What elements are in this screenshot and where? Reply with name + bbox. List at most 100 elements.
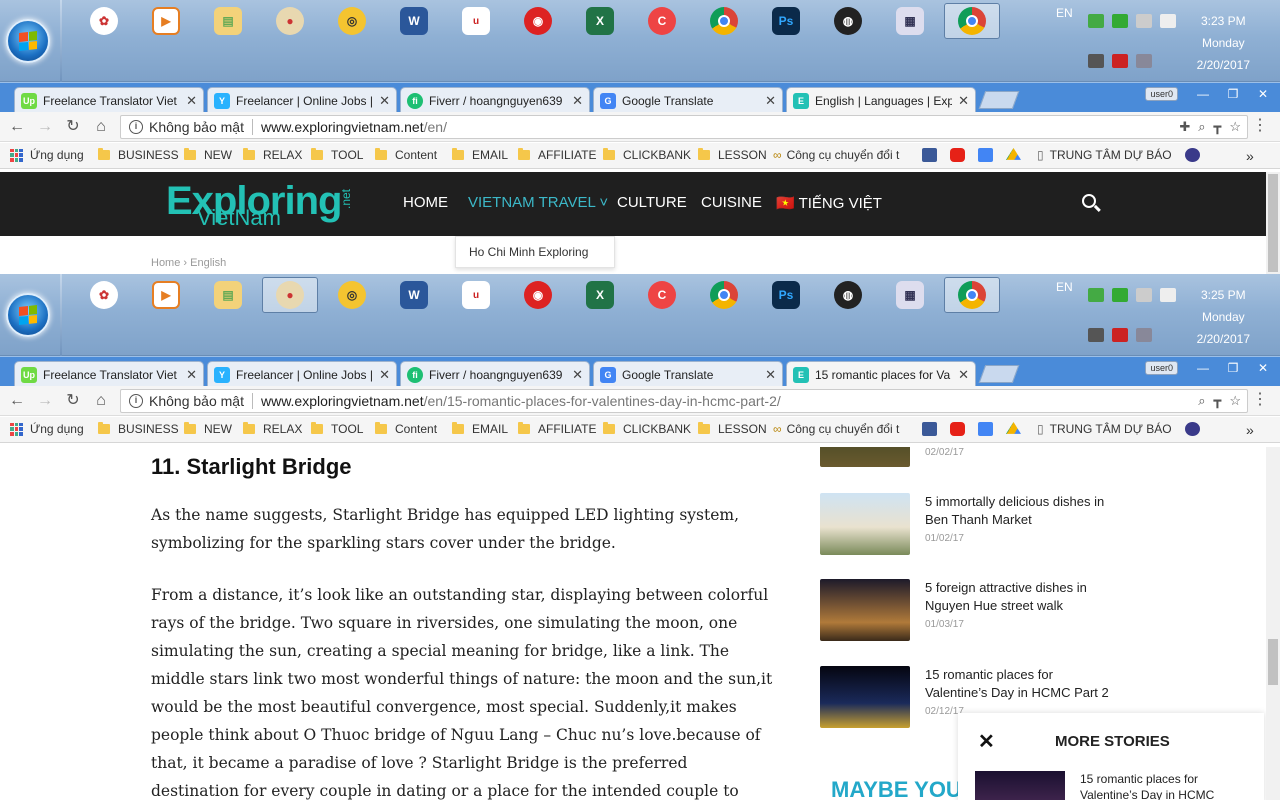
nav-tieng-viet[interactable]: 🇻🇳 TIẾNG VIỆT	[776, 194, 882, 212]
bookmark-apps[interactable]: Ứng dụng	[10, 422, 84, 436]
bookmark-trung-tam[interactable]: ▯ TRUNG TÂM DỰ BÁO	[1037, 422, 1173, 436]
bookmark-apps[interactable]: Ứng dụng	[10, 148, 84, 162]
bookmark-relax[interactable]: RELAX	[243, 148, 302, 162]
bookmark-email[interactable]: EMAIL	[452, 422, 508, 436]
scrollbar[interactable]	[1266, 172, 1280, 274]
reload-button[interactable]: ↻	[64, 118, 82, 136]
taskbar-app-chrome-active[interactable]	[944, 277, 1000, 313]
taskbar-app-media-player[interactable]: ▶	[138, 3, 194, 39]
taskbar-app-reel[interactable]: ◎	[324, 277, 380, 313]
home-button[interactable]: ⌂	[92, 392, 110, 410]
action-center-flag-icon[interactable]	[1160, 14, 1176, 28]
taskbar-app-unikey[interactable]: u	[448, 3, 504, 39]
tab-upwork[interactable]: Up Freelance Translator Viet ✕	[14, 87, 204, 113]
forward-button[interactable]: →	[36, 118, 54, 136]
info-icon[interactable]: i	[129, 120, 143, 134]
post-thumbnail[interactable]	[820, 579, 910, 641]
bookmark-facebook[interactable]	[922, 422, 937, 436]
close-tab-icon[interactable]: ✕	[572, 93, 583, 109]
close-tab-icon[interactable]: ✕	[958, 93, 969, 109]
sidebar-post[interactable]: 5 immortally delicious dishes in Ben Tha…	[820, 493, 1120, 557]
bookmark-facebook[interactable]	[922, 148, 937, 162]
search-icon[interactable]	[1082, 194, 1096, 208]
taskbar-app-explorer[interactable]: ▤	[200, 3, 256, 39]
post-thumbnail[interactable]	[820, 666, 910, 728]
post-title[interactable]: 5 foreign attractive dishes in Nguyen Hu…	[925, 579, 1115, 615]
bookmark-affiliate[interactable]: AFFILIATE	[518, 422, 596, 436]
taskbar-app-word[interactable]: W	[386, 277, 442, 313]
update-icon[interactable]	[1112, 288, 1128, 302]
address-bar[interactable]: i Không bảo mật www.exploringvietnam.net…	[120, 115, 1248, 139]
taskbar-app-recorder[interactable]: ◉	[510, 3, 566, 39]
bookmark-clickbank[interactable]: CLICKBANK	[603, 422, 691, 436]
taskbar-app-recorder[interactable]: ◉	[510, 277, 566, 313]
tab-google-translate[interactable]: G Google Translate ✕	[593, 87, 783, 113]
action-center-flag-icon[interactable]	[1160, 288, 1176, 302]
tab-freelancer[interactable]: Y Freelancer | Online Jobs | ✕	[207, 87, 397, 113]
bookmark-translate[interactable]	[978, 422, 993, 436]
usb-device-icon[interactable]	[1088, 54, 1104, 68]
antivirus-v-icon[interactable]	[1112, 328, 1128, 342]
nav-vietnam-travel[interactable]: VIETNAM TRAVEL ˅	[468, 194, 608, 211]
antivirus-v-icon[interactable]	[1112, 54, 1128, 68]
bookmark-z[interactable]	[1185, 148, 1200, 162]
bookmark-content[interactable]: Content	[375, 148, 437, 162]
bookmark-trung-tam[interactable]: ▯ TRUNG TÂM DỰ BÁO	[1037, 148, 1173, 162]
start-button[interactable]	[6, 293, 50, 337]
system-clock[interactable]: 3:23 PM Monday 2/20/2017	[1197, 10, 1250, 76]
network-signal-icon[interactable]	[1136, 328, 1152, 342]
bookmark-lesson[interactable]: LESSON	[698, 148, 767, 162]
menu-icon[interactable]: ⋮	[1252, 391, 1268, 409]
taskbar-app-ccleaner[interactable]: C	[634, 3, 690, 39]
post-title[interactable]: 5 immortally delicious dishes in Ben Tha…	[925, 493, 1115, 529]
minimize-button[interactable]: —	[1190, 85, 1216, 103]
taskbar-app-media-player[interactable]: ▶	[138, 277, 194, 313]
close-tab-icon[interactable]: ✕	[765, 367, 776, 383]
bookmark-clickbank[interactable]: CLICKBANK	[603, 148, 691, 162]
close-tab-icon[interactable]: ✕	[958, 367, 969, 383]
tab-freelancer[interactable]: Y Freelancer | Online Jobs | ✕	[207, 361, 397, 387]
bookmark-converter[interactable]: ∞ Công cụ chuyển đổi t	[773, 422, 909, 436]
language-indicator[interactable]: EN	[1056, 6, 1073, 20]
bookmark-business[interactable]: BUSINESS	[98, 148, 179, 162]
taskbar-app-excel[interactable]: X	[572, 3, 628, 39]
restore-button[interactable]: ❐	[1220, 359, 1246, 377]
taskbar-app-word[interactable]: W	[386, 3, 442, 39]
bookmark-new[interactable]: NEW	[184, 422, 232, 436]
bookmark-star-icon[interactable]: ☆	[1229, 119, 1241, 135]
restore-button[interactable]: ❐	[1220, 85, 1246, 103]
close-tab-icon[interactable]: ✕	[572, 367, 583, 383]
close-tab-icon[interactable]: ✕	[765, 93, 776, 109]
tab-upwork[interactable]: Up Freelance Translator Viet ✕	[14, 361, 204, 387]
bookmark-new[interactable]: NEW	[184, 148, 232, 162]
close-window-button[interactable]: ✕	[1250, 85, 1276, 103]
new-tab-button[interactable]	[978, 91, 1020, 109]
tab-exploringvietnam[interactable]: E English | Languages | Exp ✕	[786, 87, 976, 113]
bookmark-drive[interactable]	[1006, 422, 1021, 436]
home-button[interactable]: ⌂	[92, 118, 110, 136]
close-tab-icon[interactable]: ✕	[379, 367, 390, 383]
usb-device-icon[interactable]	[1088, 328, 1104, 342]
close-tab-icon[interactable]: ✕	[379, 93, 390, 109]
bookmark-content[interactable]: Content	[375, 422, 437, 436]
bookmark-business[interactable]: BUSINESS	[98, 422, 179, 436]
reload-button[interactable]: ↻	[64, 392, 82, 410]
bookmark-star-icon[interactable]: ☆	[1229, 393, 1241, 409]
language-indicator[interactable]: EN	[1056, 280, 1073, 294]
profile-badge[interactable]: user0	[1145, 361, 1178, 375]
pin-icon[interactable]: ┳	[1214, 393, 1222, 409]
story-title[interactable]: 15 romantic places for Valentine’s Day i…	[1080, 771, 1240, 800]
pin-icon[interactable]: ┳	[1214, 119, 1222, 135]
bookmark-youtube[interactable]	[950, 422, 965, 436]
bookmark-tool[interactable]: TOOL	[311, 422, 363, 436]
bookmarks-overflow-icon[interactable]: »	[1246, 148, 1254, 164]
taskbar-app-chrome-active[interactable]	[944, 3, 1000, 39]
system-clock[interactable]: 3:25 PM Monday 2/20/2017	[1197, 284, 1250, 350]
profile-badge[interactable]: user0	[1145, 87, 1178, 101]
bookmark-lesson[interactable]: LESSON	[698, 422, 767, 436]
back-button[interactable]: ←	[8, 118, 26, 136]
taskbar-app-obs[interactable]: ◍	[820, 3, 876, 39]
bookmark-translate[interactable]	[978, 148, 993, 162]
taskbar-app-paint[interactable]: ●	[262, 277, 318, 313]
minimize-button[interactable]: —	[1190, 359, 1216, 377]
